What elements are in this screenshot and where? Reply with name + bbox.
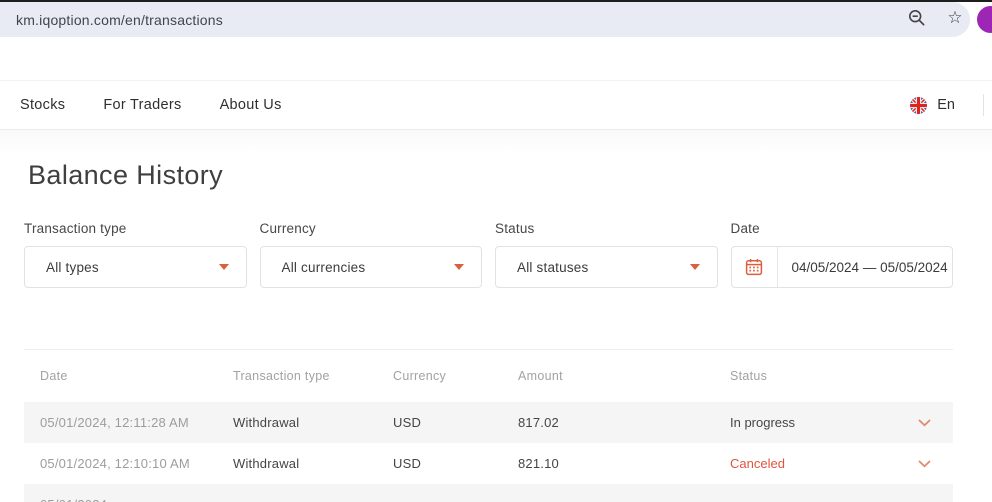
nav-shadow (0, 130, 992, 154)
chevron-down-icon (219, 264, 229, 270)
nav-link-for-traders[interactable]: For Traders (103, 97, 181, 113)
row-transaction-type: Withdrawal (233, 456, 393, 471)
col-header-amount: Amount (518, 369, 730, 383)
url-text[interactable]: km.iqoption.com/en/transactions (16, 12, 223, 28)
calendar-icon (744, 257, 764, 277)
table-header: Date Transaction type Currency Amount St… (24, 350, 953, 402)
row-transaction-type: Withdrawal (233, 415, 393, 430)
filter-label: Status (495, 221, 718, 236)
nav-link-about-us[interactable]: About Us (220, 97, 282, 113)
status-select[interactable]: All statuses (495, 246, 718, 288)
col-header-currency: Currency (393, 369, 518, 383)
date-range-picker[interactable]: 04/05/2024 — 05/05/2024 (731, 246, 954, 288)
col-header-date: Date (40, 369, 233, 383)
status-value: All statuses (517, 260, 588, 275)
filter-label: Date (731, 221, 954, 236)
table-row[interactable]: 05/01/2024 (24, 484, 953, 502)
transaction-type-select[interactable]: All types (24, 246, 247, 288)
filter-label: Currency (260, 221, 483, 236)
chevron-down-icon (454, 264, 464, 270)
row-date: 05/01/2024, 12:10:10 AM (40, 456, 233, 471)
row-currency: USD (393, 415, 518, 430)
row-amount: 817.02 (518, 415, 730, 430)
browser-chrome: km.iqoption.com/en/transactions ☆ (0, 0, 992, 38)
url-bar[interactable]: km.iqoption.com/en/transactions (0, 2, 970, 37)
nav-divider (983, 94, 984, 116)
language-label: En (937, 97, 955, 113)
row-date: 05/01/2024 (40, 497, 233, 502)
row-date: 05/01/2024, 12:11:28 AM (40, 415, 233, 430)
chevron-down-icon (690, 264, 700, 270)
filters-bar: Transaction type All types Currency All … (24, 221, 953, 288)
nav-link-stocks[interactable]: Stocks (20, 97, 65, 113)
filter-transaction-type: Transaction type All types (24, 221, 247, 288)
filter-currency: Currency All currencies (260, 221, 483, 288)
uk-flag-icon (910, 97, 927, 114)
table-row[interactable]: 05/01/2024, 12:11:28 AM Withdrawal USD 8… (24, 402, 953, 443)
page-title: Balance History (28, 160, 953, 191)
currency-select[interactable]: All currencies (260, 246, 483, 288)
language-selector[interactable]: En (910, 94, 984, 116)
row-status: Canceled (730, 456, 912, 471)
date-range-value: 04/05/2024 — 05/05/2024 (778, 260, 953, 275)
col-header-transaction-type: Transaction type (233, 369, 393, 383)
chrome-page-gap (0, 38, 992, 80)
profile-avatar[interactable] (977, 6, 992, 33)
transaction-type-value: All types (46, 260, 99, 275)
table-row[interactable]: 05/01/2024, 12:10:10 AM Withdrawal USD 8… (24, 443, 953, 484)
col-header-status: Status (730, 369, 912, 383)
site-nav: Stocks For Traders About Us En (0, 80, 992, 130)
row-status: In progress (730, 415, 912, 430)
filter-status: Status All statuses (495, 221, 718, 288)
filter-label: Transaction type (24, 221, 247, 236)
filter-date: Date 04/05/2024 — 05/05/2024 (731, 221, 954, 288)
expand-chevron-icon[interactable] (912, 460, 953, 468)
row-amount: 821.10 (518, 456, 730, 471)
expand-chevron-icon[interactable] (912, 419, 953, 427)
zoom-out-icon[interactable] (908, 9, 926, 27)
currency-value: All currencies (282, 260, 366, 275)
bookmark-star-icon[interactable]: ☆ (946, 9, 964, 27)
row-currency: USD (393, 456, 518, 471)
